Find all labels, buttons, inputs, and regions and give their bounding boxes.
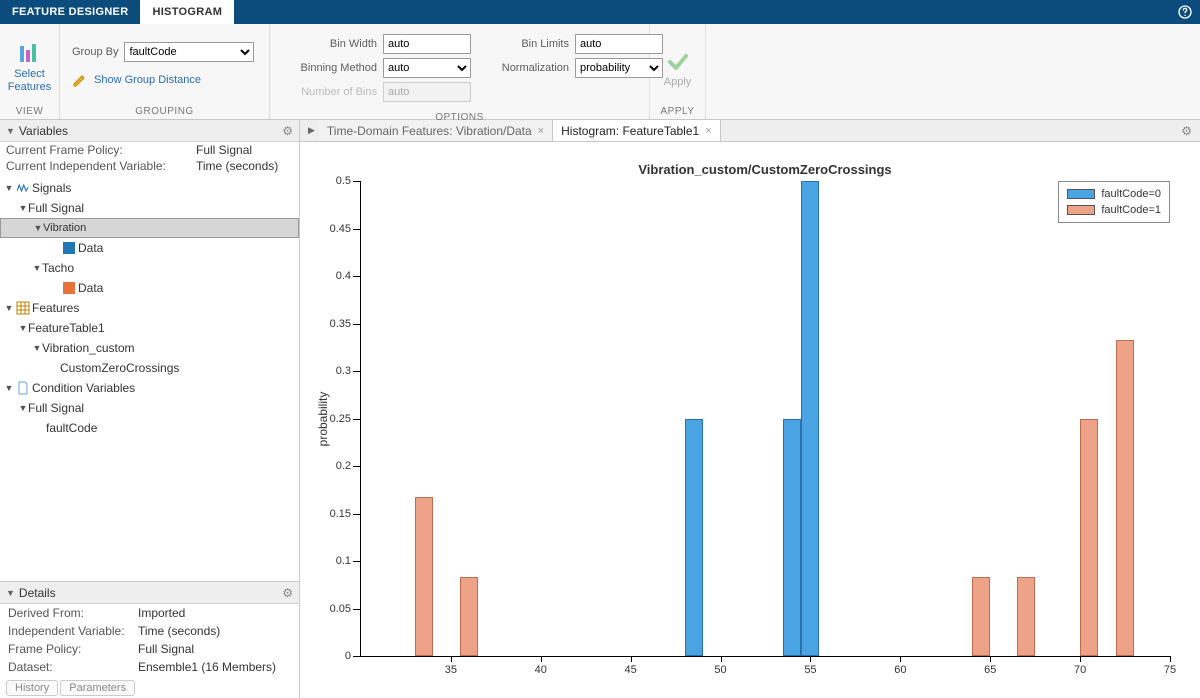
y-tick-label: 0.45 [330,223,351,235]
tree-vibration[interactable]: ▼Vibration [0,218,299,238]
signal-icon [16,181,30,195]
tree-faultcode[interactable]: faultCode [0,418,299,438]
binning-method-label: Binning Method [282,62,377,74]
frame-policy-row: Current Frame Policy:Full Signal [0,142,299,158]
show-group-distance-button[interactable]: Show Group Distance [72,72,254,88]
chart-legend: faultCode=0 faultCode=1 [1058,181,1170,223]
histogram-bar [415,497,433,656]
x-tick-label: 55 [804,664,816,676]
titlebar: FEATURE DESIGNER HISTOGRAM [0,0,1200,24]
document-tabs: ▶ Time-Domain Features: Vibration/Data× … [300,120,1200,142]
group-by-label: Group By [72,46,118,58]
x-tick-label: 75 [1164,664,1176,676]
histogram-bar [1017,577,1035,656]
chart-axes: probability faultCode=0 faultCode=1 00.0… [360,181,1170,657]
close-icon[interactable]: × [538,125,544,137]
normalization-label: Normalization [487,62,569,74]
x-tick-label: 50 [714,664,726,676]
histogram-chart: Vibration_custom/CustomZeroCrossings pro… [300,142,1200,698]
square-icon [62,241,76,255]
doctab-histogram[interactable]: Histogram: FeatureTable1× [553,120,721,141]
collapse-icon: ▼ [6,588,15,598]
histogram-bar [972,577,990,656]
history-tab[interactable]: History [6,680,58,696]
tree-tacho[interactable]: ▼Tacho [0,258,299,278]
parameters-tab[interactable]: Parameters [60,680,135,696]
gear-icon[interactable]: ⚙ [1173,120,1200,141]
y-tick-label: 0.15 [330,508,351,520]
tree-full-signal-1[interactable]: ▼Full Signal [0,198,299,218]
tree-features[interactable]: ▼Features [0,298,299,318]
y-tick-label: 0.2 [336,460,351,472]
y-tick-label: 0.1 [336,555,351,567]
details-row: Frame Policy:Full Signal [0,640,299,658]
indep-var-row: Current Independent Variable:Time (secon… [0,158,299,174]
details-row: Dataset:Ensemble1 (16 Members) [0,658,299,676]
variables-tree: ▼Signals ▼Full Signal ▼Vibration Data ▼T… [0,174,299,581]
apply-button[interactable]: Apply [652,42,704,88]
tabs-menu-icon[interactable]: ▶ [304,120,319,141]
tree-signals[interactable]: ▼Signals [0,178,299,198]
histogram-bar [783,419,801,657]
x-tick-label: 60 [894,664,906,676]
left-panel: ▼ Variables ⚙ Current Frame Policy:Full … [0,120,300,698]
num-bins-input [383,82,471,102]
x-tick-label: 45 [625,664,637,676]
bin-limits-label: Bin Limits [487,38,569,50]
collapse-icon: ▼ [6,126,15,136]
x-tick-label: 35 [445,664,457,676]
y-axis-label: probability [316,391,330,446]
histogram-bar [1080,419,1098,657]
y-tick-label: 0.5 [336,175,351,187]
tree-condition-variables[interactable]: ▼Condition Variables [0,378,299,398]
legend-swatch-0 [1067,189,1095,199]
y-tick-label: 0.25 [330,413,351,425]
y-tick-label: 0 [345,650,351,662]
select-features-button[interactable]: Select Features [8,36,51,94]
tree-vibration-custom[interactable]: ▼Vibration_custom [0,338,299,358]
x-tick-label: 65 [984,664,996,676]
tree-full-signal-2[interactable]: ▼Full Signal [0,398,299,418]
gear-icon[interactable]: ⚙ [282,124,293,138]
chart-title: Vibration_custom/CustomZeroCrossings [360,162,1170,177]
details-row: Independent Variable:Time (seconds) [0,622,299,640]
ribbon-apply-label: APPLY [650,106,705,119]
tree-tacho-data[interactable]: Data [0,278,299,298]
group-by-select[interactable]: faultCode [124,42,254,62]
table-icon [16,301,30,315]
details-header[interactable]: ▼ Details ⚙ [0,582,299,604]
ribbon-view-label: VIEW [0,106,59,119]
details-row: Derived From:Imported [0,604,299,622]
tree-vibration-data[interactable]: Data [0,238,299,258]
tab-histogram[interactable]: HISTOGRAM [140,0,234,24]
x-tick-label: 40 [535,664,547,676]
help-icon[interactable] [1170,0,1200,24]
bin-width-input[interactable] [383,34,471,54]
tree-customzerocrossings[interactable]: CustomZeroCrossings [0,358,299,378]
bin-width-label: Bin Width [282,38,377,50]
doctab-time-domain[interactable]: Time-Domain Features: Vibration/Data× [319,120,553,141]
square-icon [62,281,76,295]
histogram-bar [1116,340,1134,656]
tree-featuretable1[interactable]: ▼FeatureTable1 [0,318,299,338]
y-tick-label: 0.35 [330,318,351,330]
close-icon[interactable]: × [705,125,711,137]
y-tick-label: 0.3 [336,365,351,377]
x-tick-label: 70 [1074,664,1086,676]
y-tick-label: 0.05 [330,603,351,615]
paper-icon [16,381,30,395]
ribbon-grouping-label: GROUPING [60,106,269,119]
gear-icon[interactable]: ⚙ [282,586,293,600]
legend-swatch-1 [1067,205,1095,215]
histogram-bar [460,577,478,656]
y-tick-label: 0.4 [336,270,351,282]
histogram-bar [685,419,703,657]
binning-method-select[interactable]: auto [383,58,471,78]
tab-feature-designer[interactable]: FEATURE DESIGNER [0,0,140,24]
ribbon: Select Features VIEW Group By faultCode … [0,24,1200,120]
histogram-bar [801,181,819,656]
variables-header[interactable]: ▼ Variables ⚙ [0,120,299,142]
num-bins-label: Number of Bins [282,86,377,98]
